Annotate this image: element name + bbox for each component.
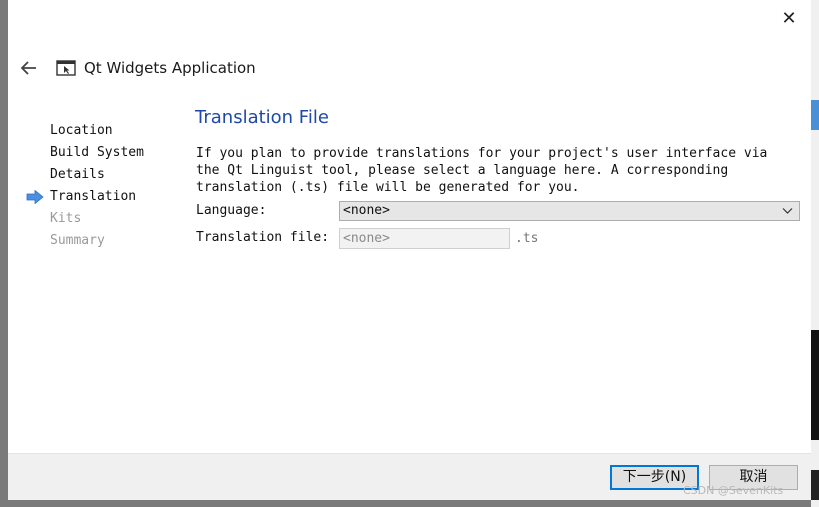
translation-file-label: Translation file: <box>196 230 330 245</box>
step-label: Translation <box>50 189 137 204</box>
language-select[interactable]: <none> <box>339 201 800 221</box>
step-label: Build System <box>50 145 144 160</box>
page-description: If you plan to provide translations for … <box>196 146 768 195</box>
wizard-steps-sidebar: Location Build System Details Translatio… <box>26 120 176 252</box>
close-icon: ✕ <box>781 8 797 29</box>
background-window-edge <box>811 0 819 507</box>
background-window-fragment <box>811 470 819 500</box>
window-title: Qt Widgets Application <box>84 59 256 77</box>
step-label: Details <box>50 167 105 182</box>
translation-file-value: <none> <box>343 231 390 246</box>
application-window-icon <box>56 60 76 76</box>
step-translation: Translation <box>26 186 176 208</box>
current-step-arrow-icon <box>26 190 44 204</box>
chevron-down-icon <box>782 208 793 214</box>
step-kits: Kits <box>26 208 176 230</box>
language-select-value: <none> <box>343 203 390 218</box>
wizard-header: Qt Widgets Application <box>18 54 256 82</box>
step-summary: Summary <box>26 230 176 252</box>
background-window-fragment <box>811 330 819 440</box>
background-window-fragment <box>811 100 819 130</box>
language-label: Language: <box>196 203 267 218</box>
wizard-dialog: ✕ Qt Widgets Application Location Build … <box>8 0 811 500</box>
step-build-system: Build System <box>26 142 176 164</box>
watermark: CSDN @SevenKits <box>683 484 784 497</box>
translation-file-extension: .ts <box>515 231 539 246</box>
step-label: Location <box>50 123 113 138</box>
step-details: Details <box>26 164 176 186</box>
step-location: Location <box>26 120 176 142</box>
step-label: Kits <box>50 211 82 226</box>
back-arrow-icon[interactable] <box>18 57 40 79</box>
step-label: Summary <box>50 233 105 248</box>
page-title: Translation File <box>195 107 329 128</box>
translation-file-input[interactable]: <none> <box>339 228 510 249</box>
close-button[interactable]: ✕ <box>778 8 800 30</box>
